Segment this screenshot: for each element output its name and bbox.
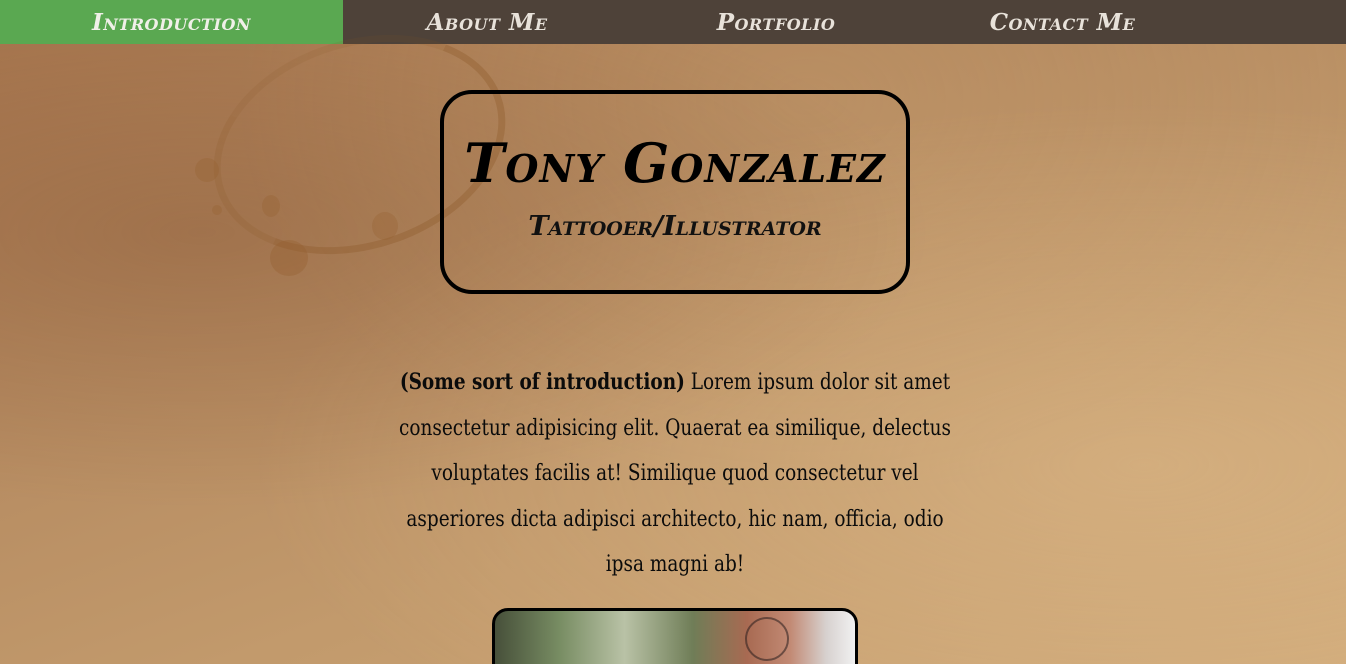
coffee-stain-drop	[212, 205, 222, 215]
coffee-stain-drop	[195, 158, 219, 182]
intro-body: Lorem ipsum dolor sit amet consectetur a…	[398, 370, 952, 577]
title-card: Tony Gonzalez Tattooer/Illustrator	[440, 90, 910, 294]
coffee-stain-drop	[270, 240, 308, 276]
main-nav: Introduction About Me Portfolio Contact …	[0, 0, 1346, 44]
artist-role: Tattooer/Illustrator	[528, 211, 822, 242]
tattoo-detail	[745, 617, 789, 661]
intro-paragraph: (Some sort of introduction) Lorem ipsum …	[394, 360, 957, 588]
nav-contact-me[interactable]: Contact Me	[921, 0, 1204, 44]
nav-introduction[interactable]: Introduction	[0, 0, 343, 44]
artist-name: Tony Gonzalez	[464, 131, 886, 195]
coffee-stain-drop	[262, 195, 280, 217]
coffee-stain-drop	[372, 212, 398, 240]
portrait-photo	[492, 608, 858, 664]
intro-lead: (Some sort of introduction)	[399, 369, 685, 395]
nav-portfolio[interactable]: Portfolio	[631, 0, 921, 44]
